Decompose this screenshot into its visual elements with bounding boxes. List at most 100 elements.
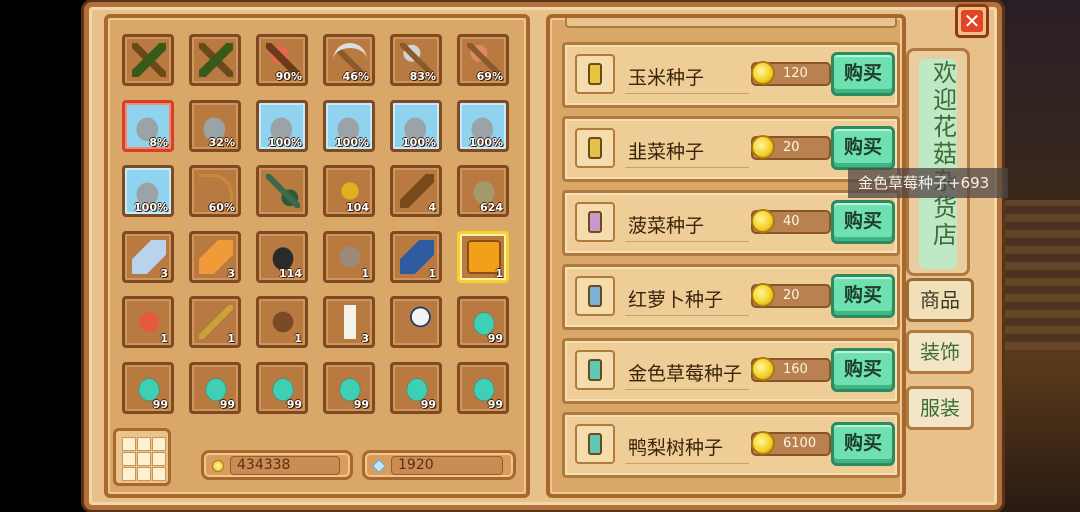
slot-count: 3 xyxy=(361,332,369,345)
gold-amount: 434338 xyxy=(230,456,340,475)
item-name: 红萝卜种子 xyxy=(628,289,724,311)
inventory-slot[interactable]: 60% xyxy=(189,165,241,217)
seed-packet-shape xyxy=(588,359,602,381)
shop-title-char: 欢 xyxy=(933,59,957,87)
name-underline xyxy=(625,315,749,316)
inventory-slot[interactable]: 8% xyxy=(122,100,174,152)
slot-count: 8% xyxy=(149,136,168,149)
inventory-slot[interactable]: 3 xyxy=(189,231,241,283)
inventory-slot[interactable]: 99 xyxy=(256,362,308,414)
slot-count: 90% xyxy=(275,70,302,83)
price-tag: 160 xyxy=(751,357,831,382)
name-underline xyxy=(625,463,749,464)
slot-count: 3 xyxy=(160,267,168,280)
inventory-slot[interactable]: 624 xyxy=(457,165,509,217)
inventory-slot[interactable]: 4 xyxy=(390,165,442,217)
slot-count: 99 xyxy=(420,398,436,411)
buy-button[interactable]: 购买 xyxy=(831,274,895,318)
shop-item-row: 红萝卜种子 20 购买 xyxy=(562,264,900,330)
inventory-slot[interactable]: 100% xyxy=(390,100,442,152)
inventory-slot[interactable]: 3 xyxy=(122,231,174,283)
tab-decor[interactable]: 装饰 xyxy=(906,330,974,374)
slot-count: 1 xyxy=(495,267,503,280)
inventory-slot[interactable]: 3 xyxy=(323,296,375,348)
shop-title-char: 花 xyxy=(933,113,957,141)
inventory-slot[interactable] xyxy=(189,34,241,86)
inventory-slot[interactable]: 1 xyxy=(323,231,375,283)
inventory-slot[interactable]: 99 xyxy=(122,362,174,414)
inventory-slot[interactable]: 32% xyxy=(189,100,241,152)
inventory-slot[interactable]: 99 xyxy=(390,362,442,414)
slot-count: 1 xyxy=(160,332,168,345)
grid-cell xyxy=(152,467,166,481)
item-name: 韭菜种子 xyxy=(628,141,705,163)
buy-button[interactable]: 购买 xyxy=(831,422,895,466)
inventory-slot[interactable]: 99 xyxy=(189,362,241,414)
inventory-slot[interactable]: 1 xyxy=(189,296,241,348)
inventory-slot[interactable]: 1 xyxy=(457,231,509,283)
price-tag: 40 xyxy=(751,209,831,234)
slot-count: 60% xyxy=(208,201,235,214)
gold-coin-icon xyxy=(751,431,775,455)
inventory-slot[interactable]: 1 xyxy=(256,296,308,348)
close-button[interactable]: ✕ xyxy=(955,4,989,38)
inventory-slot[interactable] xyxy=(122,34,174,86)
inventory-slot[interactable]: 104 xyxy=(323,165,375,217)
inventory-slot[interactable]: 69% xyxy=(457,34,509,86)
slot-count: 1 xyxy=(428,267,436,280)
slot-count: 4 xyxy=(428,201,436,214)
gold-coin-icon xyxy=(751,209,775,233)
slot-count: 1 xyxy=(227,332,235,345)
inventory-slot[interactable] xyxy=(390,296,442,348)
inventory-slot[interactable]: 100% xyxy=(457,100,509,152)
slot-count: 624 xyxy=(480,201,503,214)
buy-button[interactable]: 购买 xyxy=(831,200,895,244)
shop-item-row: 鸭梨树种子 6100 购买 xyxy=(562,412,900,478)
shop-list-top-edge xyxy=(565,18,897,28)
slot-count: 104 xyxy=(346,201,369,214)
seed-packet-shape xyxy=(588,433,602,455)
inventory-slot[interactable]: 46% xyxy=(323,34,375,86)
sort-grid-button[interactable] xyxy=(113,428,171,486)
slot-count: 69% xyxy=(476,70,503,83)
item-name: 金色草莓种子 xyxy=(628,363,743,385)
diamond-icon xyxy=(372,459,386,473)
buy-button[interactable]: 购买 xyxy=(831,126,895,170)
pickaxe-icon xyxy=(199,43,233,77)
price-value: 20 xyxy=(783,140,800,155)
inventory-slot[interactable]: 100% xyxy=(256,100,308,152)
inventory-slot[interactable]: 99 xyxy=(457,362,509,414)
purchase-toast: 金色草莓种子+693 xyxy=(848,168,1008,198)
price-value: 20 xyxy=(783,288,800,303)
inventory-slot[interactable] xyxy=(256,165,308,217)
slot-count: 32% xyxy=(208,136,235,149)
shovel-icon xyxy=(266,174,300,208)
slot-count: 83% xyxy=(409,70,436,83)
slot-count: 99 xyxy=(219,398,235,411)
inventory-slot[interactable]: 99 xyxy=(457,296,509,348)
slot-count: 114 xyxy=(279,267,302,280)
inventory-slot[interactable]: 99 xyxy=(323,362,375,414)
buy-button[interactable]: 购买 xyxy=(831,348,895,392)
slot-count: 46% xyxy=(342,70,369,83)
inventory-slot[interactable]: 100% xyxy=(323,100,375,152)
item-name: 鸭梨树种子 xyxy=(628,437,724,459)
inventory-slot[interactable]: 100% xyxy=(122,165,174,217)
item-name: 玉米种子 xyxy=(628,67,705,89)
inventory-slot[interactable]: 90% xyxy=(256,34,308,86)
seed-packet-shape xyxy=(588,63,602,85)
seed-packet-shape xyxy=(588,211,602,233)
shop-title-char: 店 xyxy=(933,221,957,249)
pear-tree-seed-icon xyxy=(575,424,615,464)
tab-clothing[interactable]: 服装 xyxy=(906,386,974,430)
buy-button[interactable]: 购买 xyxy=(831,52,895,96)
slot-count: 100% xyxy=(335,136,369,149)
golden-strawberry-seed-icon xyxy=(575,350,615,390)
inventory-slot[interactable]: 1 xyxy=(390,231,442,283)
tab-goods[interactable]: 商品 xyxy=(906,278,974,322)
grid-cell xyxy=(122,452,136,466)
inventory-slot[interactable]: 1 xyxy=(122,296,174,348)
inventory-slot[interactable]: 114 xyxy=(256,231,308,283)
inventory-slot[interactable]: 83% xyxy=(390,34,442,86)
price-value: 40 xyxy=(783,214,800,229)
